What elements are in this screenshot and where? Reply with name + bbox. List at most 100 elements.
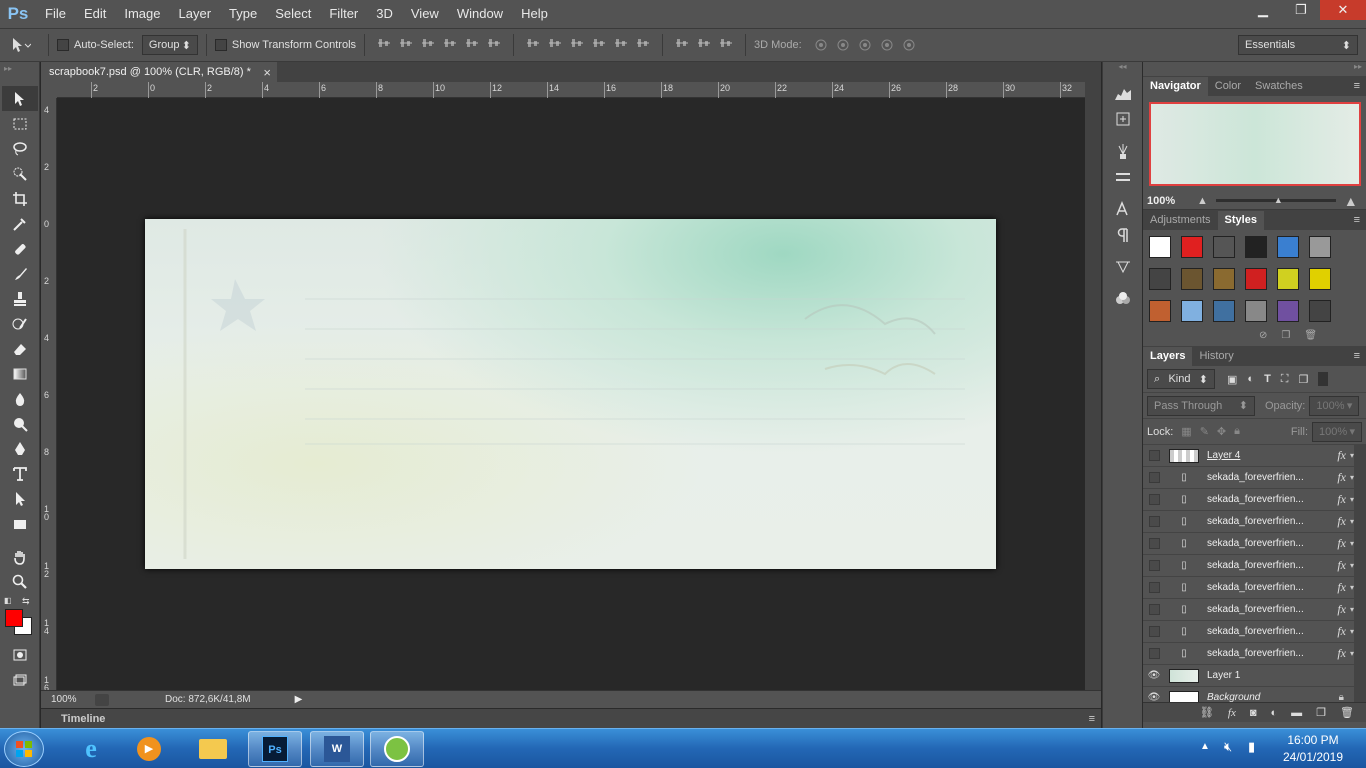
layer-fx-icon[interactable]: fx [1337, 514, 1346, 529]
layer-fx-icon[interactable]: fx [1337, 536, 1346, 551]
restore-button[interactable]: ❐ [1282, 0, 1320, 20]
taskbar-app[interactable] [370, 731, 424, 767]
tool-zoom[interactable] [2, 569, 38, 594]
3d-drag-button[interactable] [856, 36, 874, 54]
canvas-vertical-scrollbar[interactable] [1085, 82, 1101, 690]
foreground-color-swatch[interactable] [5, 609, 23, 627]
layer-row[interactable]: ▯ sekada_foreverfrien... fx ▾ [1143, 599, 1366, 621]
tool-healing[interactable] [2, 236, 38, 261]
styles-footer-icons[interactable]: ⊘❐🗑︎ [1259, 330, 1331, 341]
new-layer-icon[interactable]: ❐ [1316, 706, 1326, 719]
timeline-tab[interactable]: Timeline [61, 713, 105, 725]
layer-row[interactable]: ▯ sekada_foreverfrien... fx ▾ [1143, 467, 1366, 489]
tool-quick-mask[interactable] [2, 642, 38, 667]
style-swatch[interactable] [1277, 236, 1299, 258]
tool-move[interactable] [2, 86, 38, 111]
close-tab-icon[interactable]: × [263, 65, 271, 80]
3d-scale-button[interactable] [900, 36, 918, 54]
tool-eyedropper[interactable] [2, 211, 38, 236]
style-swatch[interactable] [1277, 300, 1299, 322]
filter-adjust-icon[interactable]: ◐ [1247, 373, 1254, 385]
layer-row[interactable]: ▯ sekada_foreverfrien... fx ▾ [1143, 643, 1366, 665]
lock-all-icon[interactable]: 🔒︎ [1234, 425, 1240, 438]
blend-mode-dropdown[interactable]: Pass Through ⬍ [1147, 395, 1255, 416]
layer-row[interactable]: ▯ sekada_foreverfrien... fx ▾ [1143, 489, 1366, 511]
layer-visibility[interactable] [1143, 604, 1165, 615]
panel-tab-adjustments[interactable]: Adjustments [1143, 211, 1218, 230]
align-button[interactable] [717, 34, 735, 52]
menu-layer[interactable]: Layer [170, 0, 221, 28]
style-swatch[interactable] [1245, 300, 1267, 322]
zoom-out-icon[interactable]: ▲ [1197, 195, 1208, 207]
taskbar-ie[interactable]: e [64, 731, 118, 767]
add-mask-icon[interactable]: ◙ [1250, 707, 1257, 719]
style-swatch[interactable] [1181, 236, 1203, 258]
layer-row[interactable]: ▯ sekada_foreverfrien... fx ▾ [1143, 511, 1366, 533]
layer-row[interactable]: ▯ sekada_foreverfrien... fx ▾ [1143, 577, 1366, 599]
panel-menu-icon[interactable]: ≡ [1354, 347, 1366, 366]
histogram-icon[interactable] [1103, 80, 1143, 106]
style-swatch[interactable] [1309, 300, 1331, 322]
tool-blur[interactable] [2, 386, 38, 411]
tool-hand[interactable] [2, 544, 38, 569]
layer-row[interactable]: ▯ sekada_foreverfrien... fx ▾ [1143, 555, 1366, 577]
style-swatch[interactable] [1149, 268, 1171, 290]
menu-filter[interactable]: Filter [320, 0, 367, 28]
auto-select-checkbox[interactable] [57, 39, 69, 51]
toolbar-collapse-icon[interactable]: ▸▸ [0, 62, 39, 86]
lock-position-icon[interactable]: ✥ [1217, 425, 1226, 438]
layer-visibility[interactable] [1143, 560, 1165, 571]
lock-pixels-icon[interactable]: ✎ [1200, 425, 1209, 438]
tool-gradient[interactable] [2, 361, 38, 386]
tool-clone-stamp[interactable] [2, 286, 38, 311]
3d-roll-button[interactable] [834, 36, 852, 54]
layer-fx-icon[interactable]: fx [1337, 492, 1346, 507]
style-swatch[interactable] [1181, 300, 1203, 322]
align-button[interactable] [568, 34, 586, 52]
style-swatch[interactable] [1245, 236, 1267, 258]
style-swatch[interactable] [1213, 268, 1235, 290]
tool-crop[interactable] [2, 186, 38, 211]
3d-icon[interactable] [1103, 286, 1143, 312]
panel-menu-icon[interactable]: ≡ [1354, 77, 1366, 96]
layer-row[interactable]: ▯ sekada_foreverfrien... fx ▾ [1143, 621, 1366, 643]
layer-fx-icon[interactable]: fx [1337, 580, 1346, 595]
style-swatch[interactable] [1277, 268, 1299, 290]
layer-visibility[interactable] [1143, 582, 1165, 593]
tool-type[interactable] [2, 461, 38, 486]
align-button[interactable] [634, 34, 652, 52]
tool-dodge[interactable] [2, 411, 38, 436]
style-swatch[interactable] [1149, 300, 1171, 322]
horizontal-ruler[interactable]: 2 0 2 4 6 8 10 12 14 16 18 20 22 24 26 28 30 32 [57, 82, 1085, 98]
auto-select-dropdown[interactable]: Group ⬍ [141, 35, 198, 55]
filter-pixel-icon[interactable]: ▣ [1227, 373, 1237, 386]
style-swatch[interactable] [1309, 236, 1331, 258]
new-adjustment-icon[interactable]: ◐ [1271, 707, 1278, 719]
dock-collapse-icon[interactable]: ◂◂ [1103, 62, 1142, 80]
style-swatch[interactable] [1181, 268, 1203, 290]
panel-collapse-icon[interactable]: ▸▸ [1143, 62, 1366, 76]
align-button[interactable] [546, 34, 564, 52]
tool-screen-mode[interactable] [2, 667, 38, 692]
brush-presets-icon[interactable] [1103, 138, 1143, 164]
vertical-ruler[interactable]: 42024681 01 21 41 6 [41, 98, 57, 693]
filter-shape-icon[interactable]: ⛶ [1281, 373, 1289, 386]
menu-window[interactable]: Window [448, 0, 512, 28]
navigator-zoom-slider[interactable]: ▲ [1215, 195, 1336, 205]
network-icon[interactable]: ▮ [1248, 739, 1255, 755]
style-swatch[interactable] [1149, 236, 1171, 258]
panel-tab-navigator[interactable]: Navigator [1143, 77, 1208, 96]
menu-3d[interactable]: 3D [367, 0, 402, 28]
align-button[interactable] [695, 34, 713, 52]
layer-visibility[interactable] [1143, 516, 1165, 527]
status-menu-icon[interactable] [95, 693, 109, 706]
layer-row[interactable]: 👁︎ Layer 1 [1143, 665, 1366, 687]
minimize-button[interactable]: ▁ [1244, 0, 1282, 20]
menu-view[interactable]: View [402, 0, 448, 28]
tool-quick-select[interactable] [2, 161, 38, 186]
taskbar-photoshop[interactable]: Ps [248, 731, 302, 767]
layer-fx-icon[interactable]: fx [1337, 470, 1346, 485]
zoom-level[interactable]: 100% [51, 694, 91, 705]
document-tab[interactable]: scrapbook7.psd @ 100% (CLR, RGB/8) * × [41, 62, 277, 82]
opacity-input[interactable]: 100% ▾ [1309, 395, 1360, 416]
